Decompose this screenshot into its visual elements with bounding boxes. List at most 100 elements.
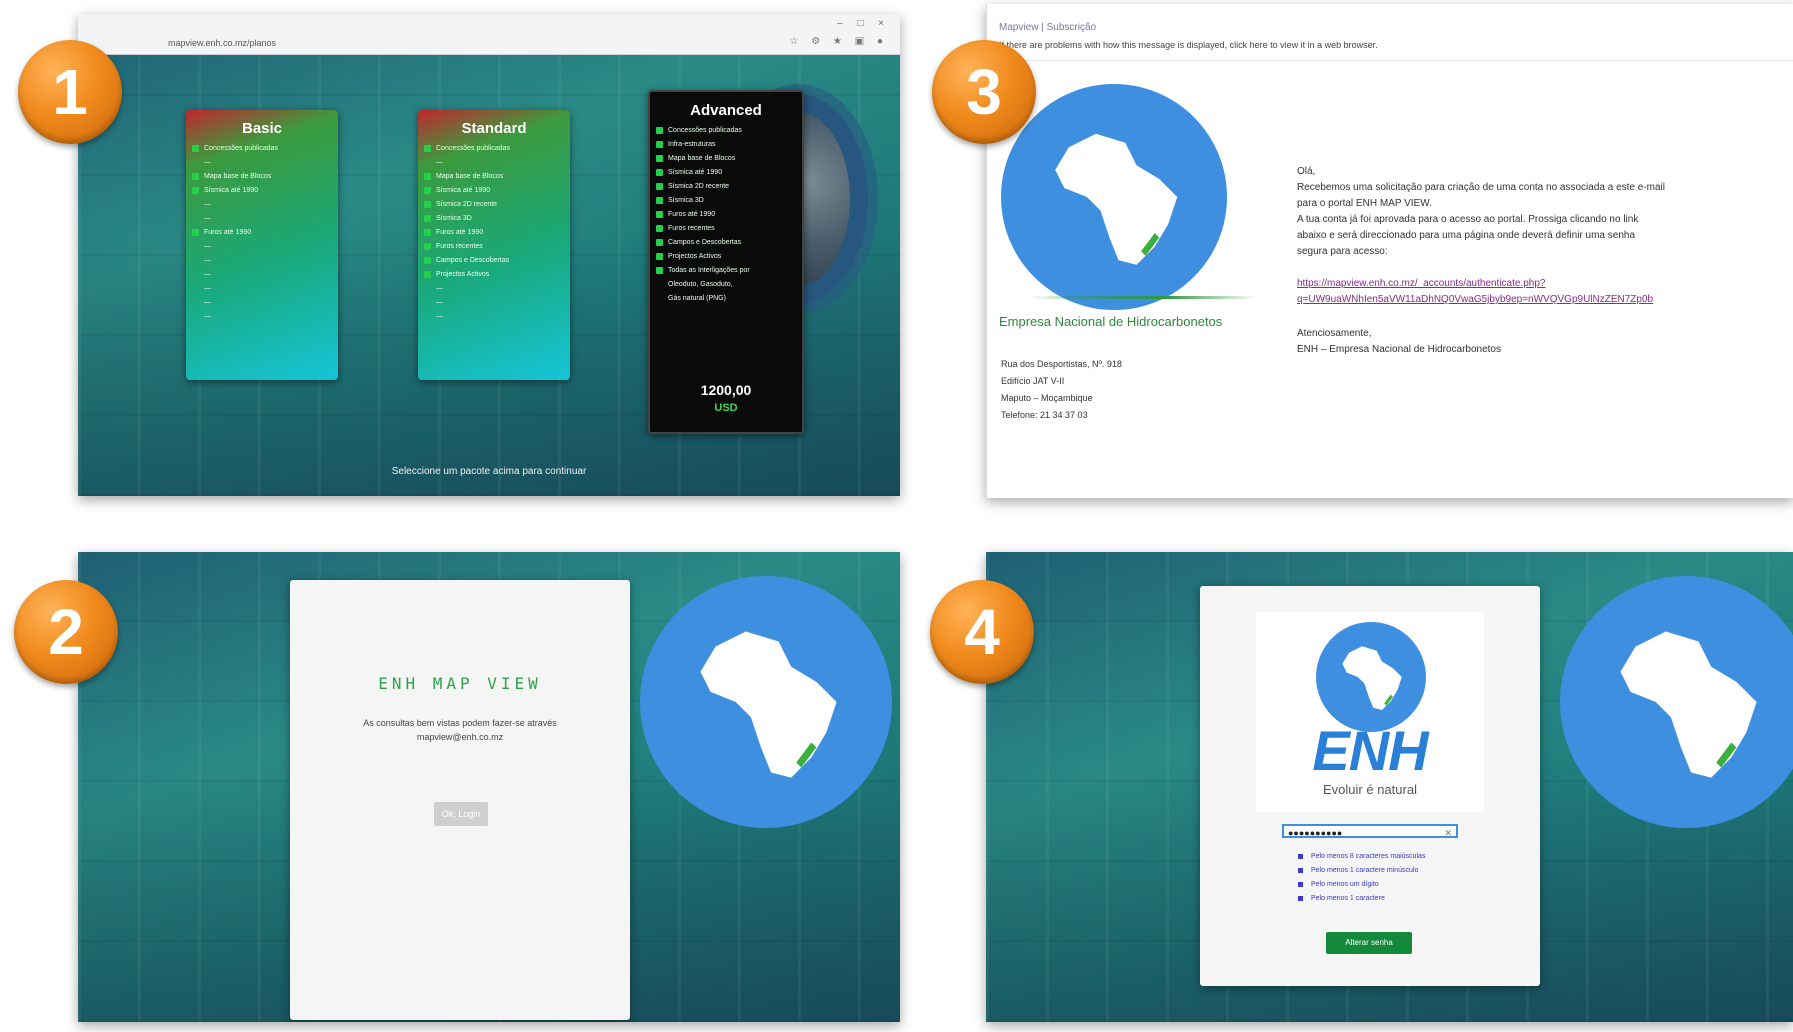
email-signature: ENH – Empresa Nacional de Hidrocarboneto… xyxy=(1297,344,1501,355)
plan-feature-label: — xyxy=(436,299,443,306)
plan-title: Standard xyxy=(461,120,527,137)
plan-title: Advanced xyxy=(690,102,762,119)
plan-feature-label: Todas as Interligações por xyxy=(668,267,750,274)
divider xyxy=(987,60,1793,61)
bullet-icon xyxy=(1298,896,1303,901)
africa-map-icon xyxy=(1055,133,1178,265)
step-badge-1: 1 xyxy=(18,40,122,144)
panel-set-password: ENH Evoluir é natural ●●●●●●●●●● ✕ Pelo … xyxy=(986,552,1793,1022)
plan-feature: Mapa base de Blocos xyxy=(192,173,332,180)
plan-title: Basic xyxy=(241,120,283,137)
africa-map-icon xyxy=(1620,631,1757,778)
plan-feature: Sísmica 2D recente xyxy=(424,201,564,208)
checkmark-icon xyxy=(424,271,431,278)
address-line: Rua dos Desportistas, Nº. 918 xyxy=(1001,359,1122,369)
plan-feature-label: — xyxy=(204,243,211,250)
email-signoff: Atenciosamente, xyxy=(1297,328,1372,339)
email-display-notice[interactable]: If there are problems with how this mess… xyxy=(999,40,1378,50)
landing-message-line-1: As consultas bem vistas podem fazer-se a… xyxy=(363,718,557,728)
plan-feature-label: — xyxy=(436,159,443,166)
plan-feature-label: — xyxy=(204,299,211,306)
enh-logo-icon xyxy=(1316,622,1426,732)
password-rule: Pelo menos 1 caractere minúsculo xyxy=(1298,867,1425,874)
enh-logo-icon xyxy=(640,576,892,828)
checkmark-icon xyxy=(656,253,663,260)
browser-address-bar[interactable]: mapview.enh.co.mz/planos xyxy=(168,38,276,48)
plan-feature: — xyxy=(424,159,564,166)
panel-confirmation-email: Mapview | Subscrição If there are proble… xyxy=(986,4,1793,498)
plan-feature-label: Concessões publicadas xyxy=(668,127,742,134)
plan-feature-label: Furos até 1990 xyxy=(436,229,484,236)
clear-icon[interactable]: ✕ xyxy=(1444,826,1452,840)
plan-feature-label: Projectos Activos xyxy=(668,253,722,260)
plan-feature-label: — xyxy=(204,201,211,208)
plan-feature: Furos até 1990 xyxy=(656,211,796,218)
password-input[interactable]: ●●●●●●●●●● ✕ xyxy=(1282,824,1458,838)
africa-map-icon xyxy=(700,631,837,778)
plan-feature: Concessões publicadas xyxy=(424,145,564,152)
decorative-divider xyxy=(1027,296,1257,299)
plan-feature: Oleoduto, Gasoduto, xyxy=(656,281,796,288)
checkmark-icon xyxy=(192,173,199,180)
email-body-line: segura para acesso: xyxy=(1297,246,1388,257)
plan-feature: — xyxy=(424,313,564,320)
password-rule-label: Pelo menos 1 caractere minúsculo xyxy=(1311,867,1419,874)
plan-card-advanced[interactable]: Advanced Concessões publicadas Infra-estr… xyxy=(648,90,804,434)
brand-wordmark: ENH xyxy=(1312,719,1428,782)
checkmark-icon xyxy=(192,145,199,152)
activation-link-token[interactable]: q=UW9uaWNhIen5aVW11aDhNQ0VwaG5jbyb9ep=nW… xyxy=(1297,292,1793,308)
plan-feature: Sísmica até 1990 xyxy=(424,187,564,194)
plan-feature-label: — xyxy=(204,313,211,320)
browser-toolbar-icons[interactable]: ☆ ⚙ ★ ▣ ● xyxy=(790,36,889,47)
email-greeting: Olá, xyxy=(1297,166,1316,177)
checkmark-icon xyxy=(424,201,431,208)
feature-list: Concessões publicadas Infra-estruturas Map… xyxy=(650,127,802,302)
email-body-line: A tua conta já foi aprovada para o acess… xyxy=(1297,214,1639,225)
plan-feature: Furos até 1990 xyxy=(424,229,564,236)
plan-feature-label: Sísmica 3D xyxy=(436,215,472,222)
plan-feature-label: Infra-estruturas xyxy=(668,141,716,148)
password-rule: Pelo menos 8 caracteres maiúsculas xyxy=(1298,853,1425,860)
address-line: Edifício JAT V-II xyxy=(1001,376,1065,386)
plan-card-basic[interactable]: Basic Concessões publicadas — Mapa base de… xyxy=(186,110,338,380)
plan-feature: Sísmica 3D xyxy=(424,215,564,222)
password-value: ●●●●●●●●●● xyxy=(1288,828,1343,838)
password-rule-label: Pelo menos 1 caractere xyxy=(1311,895,1385,902)
plan-currency: USD xyxy=(714,402,738,414)
plan-price: 1200,00 xyxy=(700,382,752,398)
africa-map-icon xyxy=(1342,646,1402,710)
checkmark-icon xyxy=(656,141,663,148)
plan-feature: — xyxy=(424,299,564,306)
email-body-line: Recebemos uma solicitação para criação d… xyxy=(1297,182,1665,193)
plan-card-standard[interactable]: Standard Concessões publicadas — Mapa base… xyxy=(418,110,570,380)
address-line: Maputo – Moçambique xyxy=(1001,393,1093,403)
select-plan-hint: Seleccione um pacote acima para continua… xyxy=(391,466,587,477)
plan-feature-label: Sísmica 3D xyxy=(668,197,704,204)
plan-feature-label: Furos até 1990 xyxy=(204,229,252,236)
plan-feature-label: — xyxy=(204,257,211,264)
bullet-icon xyxy=(1298,868,1303,873)
plan-feature-label: — xyxy=(436,313,443,320)
plan-feature-label: Oleoduto, Gasoduto, xyxy=(668,281,733,288)
activation-link[interactable]: https://mapview.enh.co.mz/_accounts/auth… xyxy=(1297,276,1793,292)
plan-feature-label: Furos recentes xyxy=(436,243,483,250)
step-badge-4: 4 xyxy=(930,580,1034,684)
plan-feature: Concessões publicadas xyxy=(656,127,796,134)
plan-feature-label: — xyxy=(204,159,211,166)
window-controls[interactable]: – □ × xyxy=(837,18,890,29)
checkmark-icon xyxy=(192,187,199,194)
plan-feature-label: — xyxy=(204,215,211,222)
plan-feature: — xyxy=(192,285,332,292)
plan-feature: Infra-estruturas xyxy=(656,141,796,148)
plan-feature-label: Concessões publicadas xyxy=(204,145,278,152)
checkmark-icon xyxy=(656,225,663,232)
change-password-button[interactable]: Alterar senha xyxy=(1326,932,1412,954)
checkmark-icon xyxy=(656,197,663,204)
app-title: ENH MAP VIEW xyxy=(378,674,542,693)
login-button[interactable]: Ok, Login xyxy=(434,802,488,826)
company-address: Rua dos Desportistas, Nº. 918 Edifício J… xyxy=(1001,356,1122,424)
phone-line: Telefone: 21 34 37 03 xyxy=(1001,410,1088,420)
plan-feature: Projectos Activos xyxy=(424,271,564,278)
plan-feature-label: Sísmica 2D recente xyxy=(668,183,730,190)
email-sender: Mapview | Subscrição xyxy=(999,22,1097,33)
